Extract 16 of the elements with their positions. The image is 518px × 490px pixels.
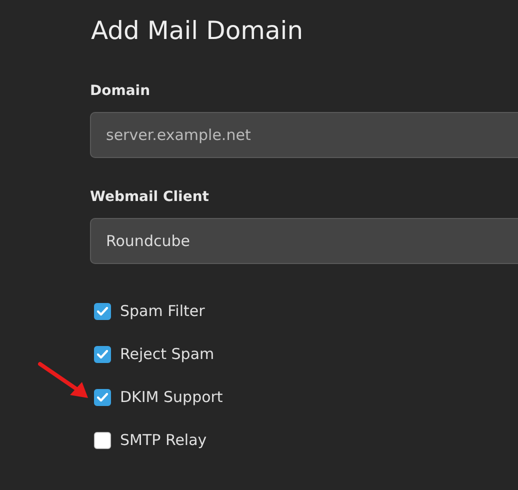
select-field[interactable]: Roundcube	[90, 218, 518, 264]
checkbox-label: Reject Spam	[120, 344, 214, 366]
checkbox[interactable]	[94, 432, 111, 449]
field-label: Domain	[90, 82, 150, 101]
checkbox[interactable]	[94, 346, 111, 363]
page-title: Add Mail Domain	[91, 16, 304, 46]
checkbox[interactable]	[94, 303, 111, 320]
checkmark-icon	[97, 350, 108, 359]
checkmark-icon	[97, 307, 108, 316]
checkbox-label: DKIM Support	[120, 387, 223, 408]
checkbox-label: Spam Filter	[120, 301, 205, 322]
checkmark-icon	[97, 393, 108, 402]
checkbox[interactable]	[94, 389, 111, 406]
input-field[interactable]: server.example.net	[90, 112, 518, 158]
field-label: Webmail Client	[90, 188, 209, 207]
checkbox-label: SMTP Relay	[120, 430, 207, 452]
